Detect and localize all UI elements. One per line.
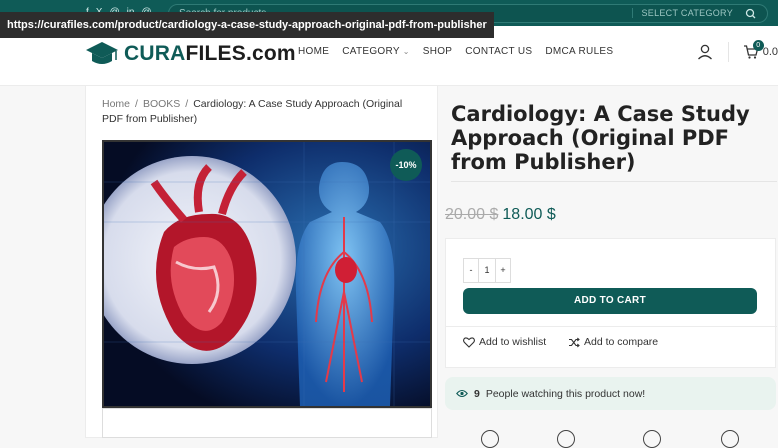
breadcrumb: Home / BOOKS / Cardiology: A Case Study Appr… bbox=[102, 98, 403, 125]
purchase-box: - 1 + ADD TO CART Add to wishlist Add to… bbox=[445, 238, 777, 368]
breadcrumb-home[interactable]: Home bbox=[102, 98, 130, 110]
feature-icon bbox=[721, 430, 739, 448]
header-actions: 0 0.0 bbox=[696, 40, 778, 62]
shuffle-icon bbox=[569, 337, 580, 347]
product-page: Home / BOOKS / Cardiology: A Case Study Appr… bbox=[0, 86, 778, 448]
discount-badge: -10% bbox=[390, 149, 422, 181]
qty-minus-button[interactable]: - bbox=[464, 259, 478, 282]
account-icon[interactable] bbox=[696, 43, 714, 61]
cardiology-cover-image bbox=[104, 142, 430, 406]
add-to-compare-link[interactable]: Add to compare bbox=[568, 336, 658, 348]
feature-icons-row bbox=[475, 430, 755, 448]
sale-price: 18.00 $ bbox=[502, 206, 556, 223]
site-logo[interactable]: CURAFILES.com bbox=[84, 40, 296, 68]
cart-count-badge: 0 bbox=[752, 40, 764, 51]
product-price: 20.00 $18.00 $ bbox=[445, 206, 556, 224]
search-button[interactable] bbox=[743, 7, 759, 21]
qty-plus-button[interactable]: + bbox=[496, 259, 510, 282]
watching-count: 9 bbox=[474, 387, 480, 400]
nav-shop[interactable]: SHOP bbox=[423, 46, 453, 57]
qty-input[interactable]: 1 bbox=[478, 259, 496, 282]
summary-column: Cardiology: A Case Study Approach (Origi… bbox=[445, 86, 778, 448]
wishlist-label: Add to wishlist bbox=[479, 336, 547, 348]
url-tooltip: https://curafiles.com/product/cardiology… bbox=[0, 12, 494, 38]
nav-home[interactable]: HOME bbox=[298, 46, 329, 57]
logo-text: CURAFILES.com bbox=[124, 42, 296, 65]
title-divider bbox=[451, 181, 777, 182]
product-title: Cardiology: A Case Study Approach (Origi… bbox=[451, 102, 750, 174]
graduation-cap-icon bbox=[86, 42, 118, 64]
buybox-divider bbox=[446, 326, 777, 327]
main-nav: HOME CATEGORY ⌄ SHOP CONTACT US DMCA RUL… bbox=[298, 46, 613, 57]
gallery-column: Home / BOOKS / Cardiology: A Case Study Appr… bbox=[85, 86, 438, 438]
eye-icon bbox=[456, 389, 468, 398]
feature-icon bbox=[643, 430, 661, 448]
thumbnail-strip[interactable] bbox=[102, 408, 432, 438]
feature-icon bbox=[557, 430, 575, 448]
breadcrumb-books[interactable]: BOOKS bbox=[143, 98, 180, 110]
watching-notice: 9 People watching this product now! bbox=[445, 377, 776, 410]
watching-text: People watching this product now! bbox=[485, 387, 646, 400]
header-divider bbox=[727, 42, 729, 62]
heart-icon bbox=[463, 336, 475, 348]
cart-amount: 0.0 bbox=[762, 46, 778, 58]
quantity-stepper: - 1 + bbox=[463, 258, 511, 283]
chevron-down-icon: ⌄ bbox=[402, 47, 410, 56]
product-image[interactable] bbox=[102, 140, 432, 408]
nav-dmca-rules[interactable]: DMCA RULES bbox=[545, 46, 613, 57]
nav-category[interactable]: CATEGORY ⌄ bbox=[342, 46, 410, 57]
category-select[interactable]: SELECT CATEGORY bbox=[632, 8, 733, 18]
compare-label: Add to compare bbox=[584, 336, 659, 348]
search-icon bbox=[745, 8, 756, 19]
feature-icon bbox=[481, 430, 499, 448]
add-to-cart-button[interactable]: ADD TO CART bbox=[463, 288, 757, 314]
nav-contact-us[interactable]: CONTACT US bbox=[465, 46, 532, 57]
old-price: 20.00 $ bbox=[445, 206, 499, 223]
add-to-wishlist-link[interactable]: Add to wishlist bbox=[463, 336, 546, 348]
cart-button[interactable]: 0 0.0 bbox=[743, 40, 778, 60]
